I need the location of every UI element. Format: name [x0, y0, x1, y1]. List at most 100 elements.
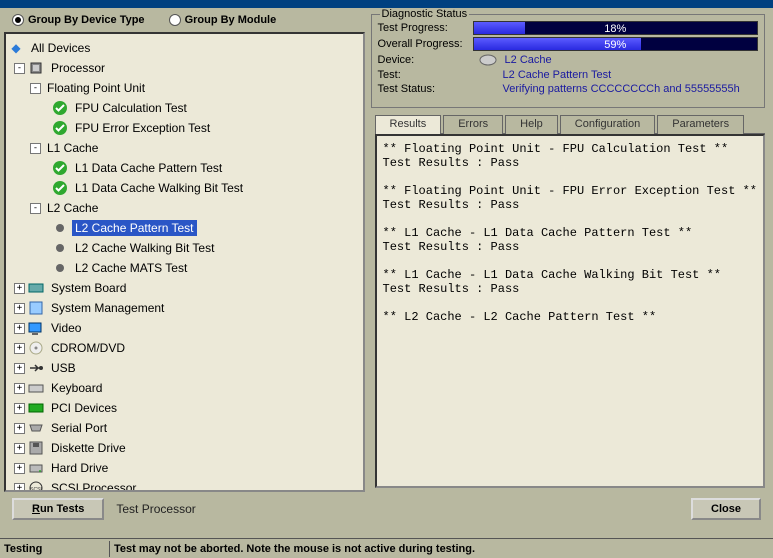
tree-item-video[interactable]: + Video — [8, 318, 361, 338]
tree-label: L2 Cache Walking Bit Test — [72, 240, 217, 256]
test-label: Test: — [378, 69, 473, 81]
collapse-icon[interactable]: - — [30, 143, 41, 154]
tree-label: System Management — [48, 300, 167, 316]
tree-item-diskette[interactable]: + Diskette Drive — [8, 438, 361, 458]
board-icon — [28, 280, 44, 296]
tree-item-l2[interactable]: - L2 Cache — [8, 198, 361, 218]
status-left: Testing — [0, 541, 110, 557]
tree-item-l1-pattern[interactable]: L1 Data Cache Pattern Test — [8, 158, 361, 178]
keyboard-icon — [28, 380, 44, 396]
serial-icon — [28, 420, 44, 436]
tree-label: FPU Error Exception Test — [72, 120, 213, 136]
tree-label: USB — [48, 360, 79, 376]
tree-item-l2-pattern[interactable]: L2 Cache Pattern Test — [8, 218, 361, 238]
tree-item-cdrom[interactable]: + CDROM/DVD — [8, 338, 361, 358]
bullet-icon — [52, 240, 68, 256]
radio-group-device[interactable]: Group By Device Type — [12, 14, 145, 26]
pass-check-icon — [52, 180, 68, 196]
tree-label: FPU Calculation Test — [72, 100, 190, 116]
tree-item-pci[interactable]: + PCI Devices — [8, 398, 361, 418]
cpu-icon — [28, 60, 44, 76]
tree-label: L2 Cache MATS Test — [72, 260, 190, 276]
tree-item-processor[interactable]: - Processor — [8, 58, 361, 78]
tab-help[interactable]: Help — [505, 115, 558, 134]
button-row: Run Tests Test Processor Close — [4, 492, 769, 522]
collapse-icon[interactable]: - — [30, 203, 41, 214]
overall-progress-value: 59% — [474, 38, 757, 50]
tree-item-l2-mats[interactable]: L2 Cache MATS Test — [8, 258, 361, 278]
expand-icon[interactable]: + — [14, 283, 25, 294]
radio-dot-icon — [169, 14, 181, 26]
scsi-icon: SCSI — [28, 480, 44, 492]
tree-label: Diskette Drive — [48, 440, 129, 456]
expand-icon[interactable]: + — [14, 443, 25, 454]
group-by-row: Group By Device Type Group By Module — [4, 12, 365, 30]
expand-icon[interactable]: + — [14, 383, 25, 394]
tree-label: Hard Drive — [48, 460, 111, 476]
usb-icon — [28, 360, 44, 376]
diag-legend: Diagnostic Status — [380, 8, 470, 20]
tree-label: System Board — [48, 280, 129, 296]
device-value: L2 Cache — [505, 54, 552, 66]
tab-configuration[interactable]: Configuration — [560, 115, 655, 134]
bullet-icon — [52, 260, 68, 276]
device-icon — [479, 53, 497, 67]
diskette-icon — [28, 440, 44, 456]
expand-icon[interactable]: + — [14, 423, 25, 434]
tree-item-usb[interactable]: + USB — [8, 358, 361, 378]
radio-group-module[interactable]: Group By Module — [169, 14, 277, 26]
test-progress-label: Test Progress: — [378, 22, 473, 34]
tree-label: SCSI Processor — [48, 480, 139, 492]
results-panel[interactable]: ** Floating Point Unit - FPU Calculation… — [375, 134, 765, 488]
tree-label: All Devices — [28, 40, 93, 56]
pass-check-icon — [52, 100, 68, 116]
tree-label: CDROM/DVD — [48, 340, 128, 356]
tree-label: Floating Point Unit — [44, 80, 148, 96]
collapse-icon[interactable]: - — [14, 63, 25, 74]
tree-item-sysboard[interactable]: + System Board — [8, 278, 361, 298]
expand-icon[interactable]: + — [14, 343, 25, 354]
tree-item-fpu-err[interactable]: FPU Error Exception Test — [8, 118, 361, 138]
tree-label: L1 Data Cache Pattern Test — [72, 160, 225, 176]
tree-item-serial[interactable]: + Serial Port — [8, 418, 361, 438]
tab-parameters[interactable]: Parameters — [657, 115, 744, 134]
tree-item-hdd[interactable]: + Hard Drive — [8, 458, 361, 478]
tree-item-l2-walking[interactable]: L2 Cache Walking Bit Test — [8, 238, 361, 258]
tree-item-scsi[interactable]: + SCSI SCSI Processor — [8, 478, 361, 492]
tree-root[interactable]: ◆ All Devices — [8, 38, 361, 58]
tab-errors[interactable]: Errors — [443, 115, 503, 134]
tree-label: Video — [48, 320, 84, 336]
tree-item-sysmgmt[interactable]: + System Management — [8, 298, 361, 318]
tree-label-selected: L2 Cache Pattern Test — [72, 220, 197, 236]
diagnostic-status-box: Diagnostic Status Test Progress: 18% Ove… — [371, 14, 765, 108]
tree-item-l1[interactable]: - L1 Cache — [8, 138, 361, 158]
radio-dot-icon — [12, 14, 24, 26]
expand-icon[interactable]: + — [14, 363, 25, 374]
tree-item-fpu-calc[interactable]: FPU Calculation Test — [8, 98, 361, 118]
tree-label: L1 Cache — [44, 140, 101, 156]
expand-icon[interactable]: + — [14, 303, 25, 314]
overall-progress-bar: 59% — [473, 37, 758, 51]
tree-label: L1 Data Cache Walking Bit Test — [72, 180, 246, 196]
tab-results[interactable]: Results — [375, 115, 442, 134]
device-tree[interactable]: ◆ All Devices - Processor — [4, 32, 365, 492]
test-status-label: Test Status: — [378, 83, 473, 95]
test-status-value: Verifying patterns CCCCCCCCh and 5555555… — [503, 83, 740, 95]
pci-icon — [28, 400, 44, 416]
pass-check-icon — [52, 120, 68, 136]
tree-item-keyboard[interactable]: + Keyboard — [8, 378, 361, 398]
tab-bar: Results Errors Help Configuration Parame… — [375, 114, 765, 134]
expand-icon[interactable]: + — [14, 463, 25, 474]
collapse-icon[interactable]: - — [30, 83, 41, 94]
close-button[interactable]: Close — [691, 498, 761, 520]
tree-item-l1-walking[interactable]: L1 Data Cache Walking Bit Test — [8, 178, 361, 198]
test-target-text: Test Processor — [110, 502, 195, 516]
run-tests-button[interactable]: Run Tests — [12, 498, 104, 520]
test-progress-bar: 18% — [473, 21, 758, 35]
tree-item-fpu[interactable]: - Floating Point Unit — [8, 78, 361, 98]
expand-icon[interactable]: + — [14, 483, 25, 493]
pass-check-icon — [52, 160, 68, 176]
status-bar: Testing Test may not be aborted. Note th… — [0, 538, 773, 558]
expand-icon[interactable]: + — [14, 323, 25, 334]
expand-icon[interactable]: + — [14, 403, 25, 414]
